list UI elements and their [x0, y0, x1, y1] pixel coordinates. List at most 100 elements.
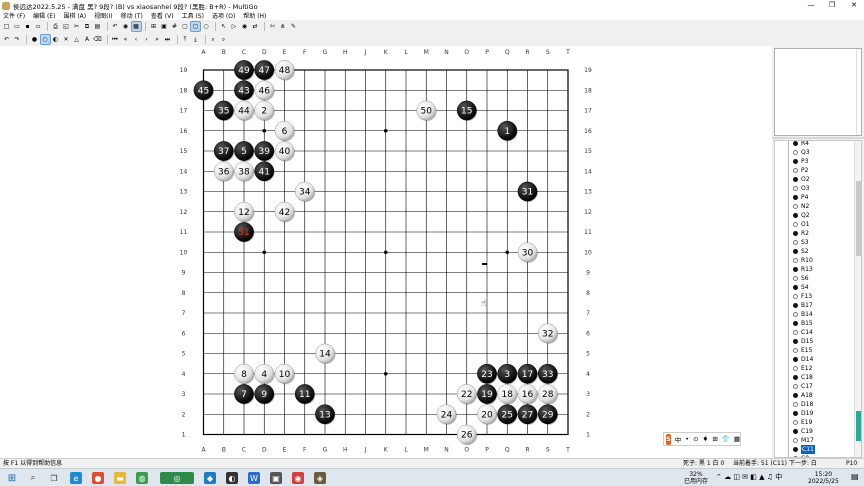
move-list-item[interactable]: B14 — [793, 310, 813, 319]
coord-icon[interactable]: ▣ — [160, 22, 169, 31]
move-list-item[interactable]: D18 — [793, 400, 813, 409]
tree-icon[interactable]: ⋔ — [279, 22, 288, 31]
open-icon[interactable]: ▭ — [13, 22, 22, 31]
maximize-button[interactable]: ❐ — [820, 0, 844, 11]
ime-chinese-mode[interactable]: 中 — [675, 434, 682, 444]
move-list-item[interactable]: C19 — [793, 427, 813, 436]
move-list-item[interactable]: D14 — [793, 355, 813, 364]
move-list-item[interactable]: P2 — [793, 166, 808, 175]
move-list-item[interactable]: P3 — [793, 157, 808, 166]
first-icon[interactable]: ⏮ — [111, 35, 120, 44]
copy-icon[interactable]: ⧉ — [83, 22, 92, 31]
number-icon[interactable]: ▦ — [130, 21, 142, 32]
move-list-item[interactable]: C18 — [793, 373, 813, 382]
ime-skin-icon[interactable]: 👕 — [722, 435, 730, 443]
triangle-tool[interactable]: △ — [72, 35, 81, 44]
menu-go[interactable]: 围棋 (A) — [60, 11, 91, 20]
undo-icon[interactable]: ↶ — [111, 22, 120, 31]
move-tree-list[interactable]: R4 Q3 P3 P2 O2 O3 P4 N2 Q2 O1 R2 S3 S2 R10 R13 S6 S4 F13 B… — [774, 140, 862, 458]
notification-icon[interactable]: ▤ — [851, 473, 859, 481]
multigo-task-icon[interactable]: ◈ — [314, 472, 326, 484]
move-list-item[interactable]: F13 — [793, 292, 812, 301]
paste-icon[interactable]: ▤ — [93, 22, 102, 31]
prev-icon[interactable]: ‹ — [132, 35, 141, 44]
preview-icon[interactable]: ◱ — [62, 22, 71, 31]
branch-up-icon[interactable]: ⤒ — [181, 35, 190, 44]
move-list-item[interactable]: D15 — [793, 337, 813, 346]
chat-app-icon[interactable]: ◍ — [136, 472, 148, 484]
move-list-item[interactable]: R10 — [793, 256, 813, 265]
comment-box[interactable] — [774, 48, 862, 136]
cut-icon[interactable]: ✂ — [72, 22, 81, 31]
task-view-icon[interactable]: ❐ — [48, 472, 60, 484]
sogou-logo-icon[interactable]: S — [666, 433, 671, 445]
panel-splitter[interactable] — [772, 137, 864, 139]
scrollbar-thumb[interactable] — [856, 181, 861, 256]
menu-tools[interactable]: 工具 (S) — [179, 11, 209, 20]
square-icon[interactable]: ◻ — [190, 21, 201, 32]
app-icon-blue[interactable]: ◆ — [204, 472, 216, 484]
move-list-item-current[interactable]: C11 — [793, 445, 815, 454]
menu-look[interactable]: 查看 (V) — [148, 11, 179, 20]
back-icon[interactable]: ↶ — [2, 35, 11, 44]
scissors-icon[interactable]: ✄ — [268, 22, 277, 31]
move-list-item[interactable]: E12 — [793, 364, 812, 373]
menu-move[interactable]: 移动 (T) — [118, 11, 148, 20]
compare-icon[interactable]: ⇄ — [251, 22, 260, 31]
move-list-item[interactable]: B17 — [793, 301, 813, 310]
new-icon[interactable]: □ — [2, 22, 11, 31]
move-list-item[interactable]: S2 — [793, 247, 809, 256]
frame-icon[interactable]: ▢ — [181, 22, 190, 31]
move-list-item[interactable]: E19 — [793, 418, 812, 427]
move-list-item[interactable]: M17 — [793, 436, 814, 445]
ime-keyboard-icon[interactable]: ⊞ — [712, 435, 717, 443]
board-icon[interactable]: ⊞ — [149, 22, 158, 31]
ime-voice-icon[interactable]: ♦ — [702, 435, 708, 443]
move-list-item[interactable]: Q3 — [793, 148, 810, 157]
circle-icon[interactable]: ○ — [202, 22, 211, 31]
next10-icon[interactable]: » — [153, 35, 162, 44]
erase-tool[interactable]: ⌫ — [93, 35, 102, 44]
move-list-item[interactable]: O3 — [793, 184, 810, 193]
grid-icon[interactable]: # — [170, 22, 179, 31]
alternate-tool[interactable]: ◐ — [51, 35, 60, 44]
wechat-icon[interactable]: ◎ — [160, 472, 194, 484]
file-explorer-icon[interactable]: ▬ — [114, 472, 126, 484]
camera-icon[interactable]: ▣ — [270, 472, 282, 484]
move-list-item[interactable]: Q2 — [793, 211, 810, 220]
clock[interactable]: 15:20 2022/5/25 — [808, 471, 839, 485]
memory-indicator[interactable]: 32% 已用内存 — [684, 471, 708, 485]
go-board[interactable]: AABBCCDDEEFFGGHHJJKKLLMMNNOOPPQQRRSSTT19… — [0, 46, 772, 458]
prev10-icon[interactable]: « — [121, 35, 130, 44]
edit-icon[interactable]: ✎ — [289, 22, 298, 31]
move-list-item[interactable]: R2 — [793, 229, 809, 238]
mark-tool[interactable]: ✕ — [62, 35, 71, 44]
move-list-item[interactable]: R4 — [793, 141, 809, 148]
play-icon[interactable]: ▷ — [230, 22, 239, 31]
move-list-item[interactable]: R13 — [793, 265, 813, 274]
label-tool[interactable]: A — [83, 35, 92, 44]
menu-help[interactable]: 帮助 (H) — [240, 11, 271, 20]
move-list-item[interactable]: C14 — [793, 328, 813, 337]
saveas-icon[interactable]: ▫ — [34, 22, 43, 31]
find-next-icon[interactable]: ⌕ — [219, 35, 228, 44]
start-icon[interactable]: ⊞ — [6, 472, 18, 484]
app-icon-dark[interactable]: ◐ — [226, 472, 238, 484]
move-list-scrollbar[interactable] — [854, 141, 861, 457]
move-list-item[interactable]: E15 — [793, 346, 812, 355]
tray-icons[interactable]: ⌃ ☁ ◫ ✉ ◧ ▲ ♫ 中 — [716, 474, 782, 481]
find-icon[interactable]: ⌕ — [209, 35, 218, 44]
close-button[interactable]: ✕ — [842, 0, 864, 11]
mode-icon[interactable]: ◉ — [121, 22, 130, 31]
search-icon[interactable]: ⌕ — [27, 472, 39, 484]
eye-icon[interactable]: ◉ — [240, 22, 249, 31]
move-list-item[interactable]: O1 — [793, 220, 810, 229]
ime-emoji-icon[interactable]: ⊙ — [693, 435, 698, 443]
forward-icon[interactable]: ↷ — [13, 35, 22, 44]
menu-file[interactable]: 文件 (F) — [0, 11, 30, 20]
ime-menu-icon[interactable]: ▦ — [734, 435, 740, 443]
move-list-item[interactable]: S4 — [793, 283, 809, 292]
word-icon[interactable]: W — [248, 472, 260, 484]
menu-options[interactable]: 选项 (O) — [209, 11, 240, 20]
move-list-item[interactable]: B15 — [793, 319, 813, 328]
